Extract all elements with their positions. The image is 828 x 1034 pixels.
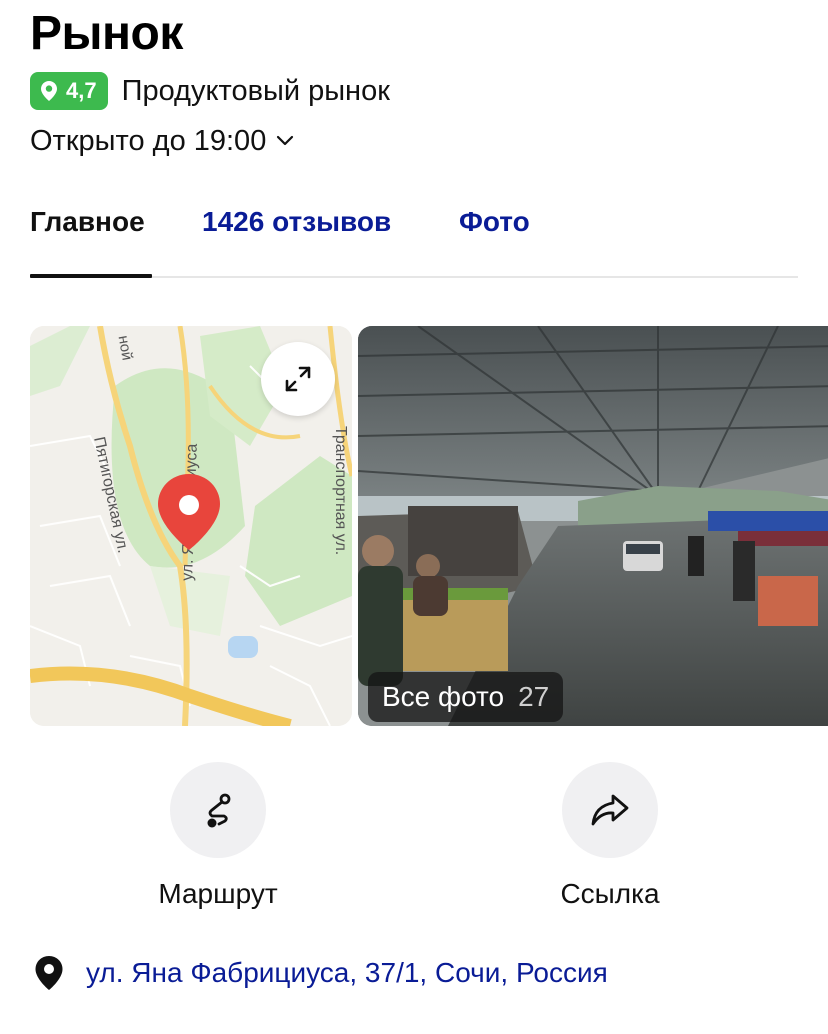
- place-category: Продуктовый рынок: [121, 74, 390, 107]
- map-expand-button[interactable]: [261, 342, 335, 416]
- active-tab-indicator: [30, 274, 152, 278]
- route-button-circle: [170, 762, 266, 858]
- route-icon: [207, 793, 231, 828]
- map-preview[interactable]: ной Пятигорская ул. ул. Я. Фабрициуса Тр…: [30, 326, 352, 726]
- tab-bar: Главное 1426 отзывов Фото: [30, 200, 798, 278]
- share-arrow-icon: [591, 794, 629, 826]
- location-pin-icon: [35, 956, 63, 990]
- all-photos-count: 27: [518, 681, 550, 712]
- tab-main[interactable]: Главное: [30, 200, 145, 278]
- location-pin-icon: [41, 81, 57, 101]
- tab-photos-label: Фото: [459, 206, 530, 237]
- market-photo: [358, 326, 828, 726]
- tab-reviews-label: 1426 отзывов: [202, 206, 392, 237]
- tab-reviews[interactable]: 1426 отзывов: [202, 200, 391, 278]
- chevron-down-icon: [277, 135, 294, 146]
- route-button[interactable]: Маршрут: [118, 762, 318, 910]
- tab-main-label: Главное: [30, 206, 145, 237]
- address-row[interactable]: ул. Яна Фабрициуса, 37/1, Сочи, Россия: [34, 950, 608, 996]
- rating-badge[interactable]: 4,7: [30, 72, 108, 110]
- opening-hours-text: Открыто до 19:00: [30, 124, 267, 157]
- rating-row: 4,7 Продуктовый рынок: [30, 71, 390, 111]
- share-link-label: Ссылка: [560, 878, 660, 909]
- rating-value: 4,7: [66, 78, 97, 103]
- expand-icon: [285, 366, 311, 392]
- route-label: Маршрут: [158, 878, 278, 909]
- map-street-transportnaya: Транспортная ул.: [332, 426, 349, 555]
- share-link-button[interactable]: Ссылка: [510, 762, 710, 910]
- photo-preview[interactable]: Все фото 27: [358, 326, 828, 726]
- address-link[interactable]: ул. Яна Фабрициуса, 37/1, Сочи, Россия: [86, 957, 608, 989]
- share-link-button-circle: [562, 762, 658, 858]
- tab-photos[interactable]: Фото: [459, 200, 530, 278]
- all-photos-button[interactable]: Все фото 27: [368, 672, 564, 722]
- opening-hours[interactable]: Открыто до 19:00: [30, 121, 294, 161]
- all-photos-label: Все фото: [382, 681, 505, 712]
- place-title: Рынок: [30, 7, 183, 60]
